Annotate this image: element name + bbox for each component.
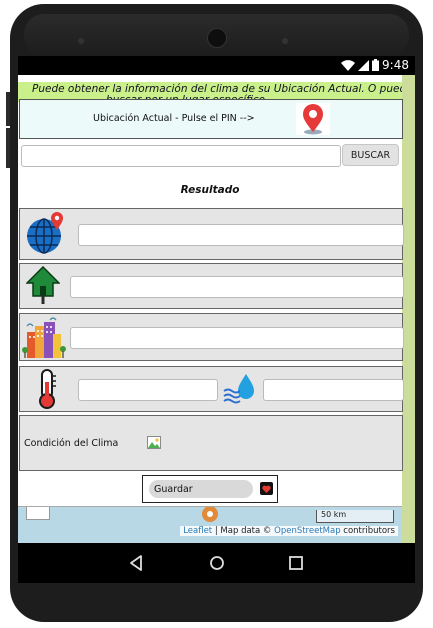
map-view[interactable]: 50 km Leaflet | Map data © OpenStreetMap… (18, 506, 402, 543)
signal-icon (358, 59, 370, 71)
country-row (19, 208, 404, 260)
location-pin-button[interactable] (296, 103, 330, 135)
map-data-text: | Map data © (212, 526, 275, 536)
volume-button-2 (6, 128, 10, 168)
front-camera-icon (207, 28, 227, 48)
search-row: BUSCAR (19, 142, 401, 170)
favorite-button[interactable] (260, 482, 273, 495)
heart-icon (262, 485, 271, 493)
zoom-control[interactable] (26, 507, 50, 520)
main-content: Puede obtener la información del clima d… (18, 75, 404, 543)
save-area: Guardar (142, 475, 278, 503)
temperature-field[interactable] (78, 379, 218, 401)
weather-values-row (19, 366, 404, 412)
humidity-field[interactable] (263, 379, 404, 401)
navigation-bar (18, 543, 415, 583)
leaflet-link[interactable]: Leaflet (183, 526, 212, 536)
condition-row: Condición del Clima (19, 415, 403, 471)
status-time: 9:48 (382, 58, 409, 72)
map-scale-label: 50 km (321, 510, 347, 519)
speaker-icon (78, 38, 84, 44)
save-button[interactable]: Guardar (149, 480, 253, 498)
region-field[interactable] (70, 276, 404, 298)
location-label: Ubicación Actual - Pulse el PIN --> (93, 113, 255, 124)
house-icon (26, 266, 60, 304)
globe-icon (27, 212, 63, 254)
osm-link[interactable]: OpenStreetMap (274, 526, 340, 536)
recents-icon[interactable] (286, 553, 306, 573)
sensor-icon (282, 38, 288, 44)
search-button[interactable]: BUSCAR (342, 144, 399, 166)
map-marker-icon (202, 507, 218, 522)
condition-label: Condición del Clima (24, 438, 119, 449)
image-icon (147, 436, 161, 449)
volume-button (6, 92, 10, 126)
search-input[interactable] (21, 145, 341, 167)
app-screen: Puede obtener la información del clima d… (18, 75, 415, 543)
region-row (19, 263, 404, 309)
country-field[interactable] (78, 224, 404, 246)
status-bar: 9:48 (18, 56, 415, 75)
home-icon[interactable] (207, 553, 227, 573)
thermometer-icon (39, 369, 56, 409)
location-panel: Ubicación Actual - Pulse el PIN --> (19, 99, 403, 139)
result-title: Resultado (180, 184, 240, 196)
city-field[interactable] (70, 327, 404, 349)
back-icon[interactable] (127, 553, 147, 573)
water-drop-icon (223, 374, 254, 404)
battery-icon (372, 59, 380, 71)
city-icon (22, 317, 66, 358)
map-scale: 50 km (316, 510, 394, 523)
map-attribution: Leaflet | Map data © OpenStreetMap contr… (180, 526, 398, 536)
map-pin-icon (303, 104, 323, 135)
wifi-icon (341, 59, 356, 71)
contributors-text: contributors (340, 526, 395, 536)
city-row (19, 313, 404, 361)
